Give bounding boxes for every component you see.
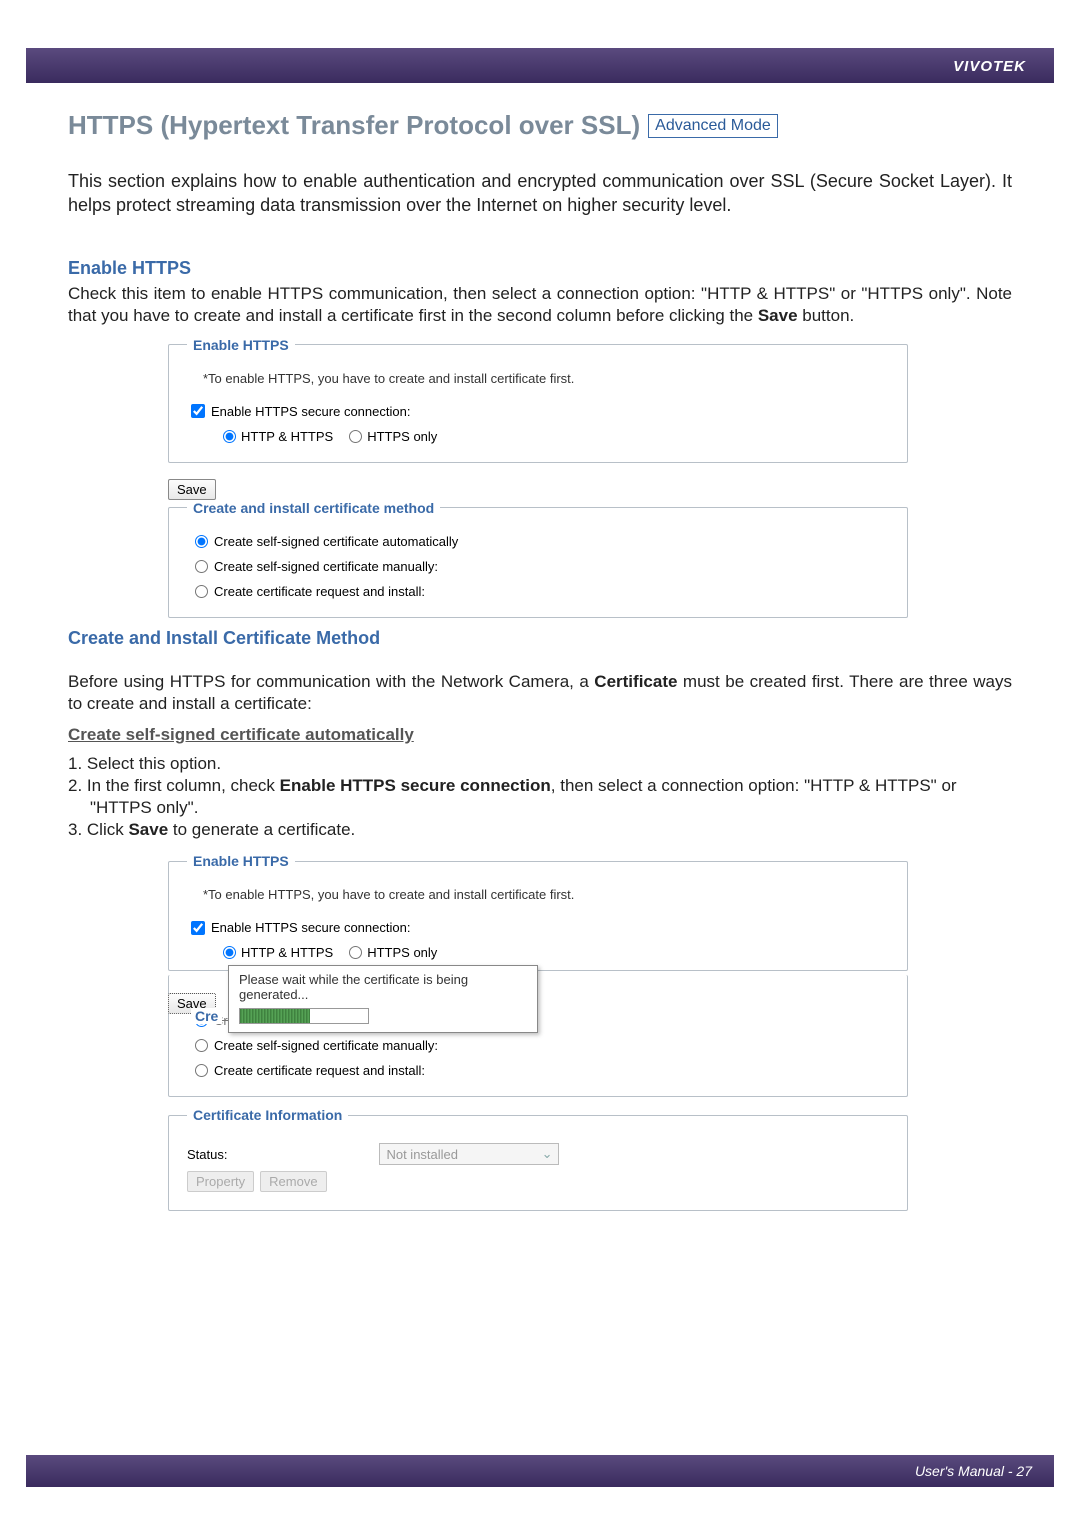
mode-badge: Advanced Mode bbox=[648, 114, 778, 138]
opt-auto-input[interactable] bbox=[195, 535, 208, 548]
enable-https-fieldset-2: Enable HTTPS *To enable HTTPS, you have … bbox=[168, 853, 908, 971]
radio-https-only-input-2[interactable] bbox=[349, 946, 362, 959]
cert-status-select[interactable]: Not installed ⌄ bbox=[379, 1143, 559, 1165]
brand-label: VIVOTEK bbox=[953, 58, 1026, 75]
connection-options-2: HTTP & HTTPS HTTPS only bbox=[223, 945, 889, 960]
create-install-heading: Create and Install Certificate Method bbox=[68, 628, 1012, 649]
cert-status-label: Status: bbox=[187, 1147, 227, 1162]
enable-https-warning-2: *To enable HTTPS, you have to create and… bbox=[203, 887, 889, 902]
cert-info-fieldset: Certificate Information Status: Not inst… bbox=[168, 1107, 908, 1211]
progress-fill bbox=[240, 1009, 310, 1023]
step-2: 2. In the first column, check Enable HTT… bbox=[68, 775, 1012, 819]
page-footer: User's Manual - 27 bbox=[26, 1455, 1054, 1487]
enable-https-checkbox-row: Enable HTTPS secure connection: bbox=[191, 404, 889, 419]
page-header: VIVOTEK bbox=[26, 48, 1054, 83]
opt-request[interactable]: Create certificate request and install: bbox=[195, 584, 889, 599]
progress-dialog: Please wait while the certificate is bei… bbox=[228, 965, 538, 1033]
cert-info-legend: Certificate Information bbox=[187, 1107, 348, 1123]
page-content: HTTPS (Hypertext Transfer Protocol over … bbox=[0, 0, 1080, 1261]
property-button[interactable]: Property bbox=[187, 1171, 254, 1192]
opt-request-2[interactable]: Create certificate request and install: bbox=[195, 1063, 889, 1078]
enable-https-checkbox-label: Enable HTTPS secure connection: bbox=[211, 404, 410, 419]
opt-request-input-2[interactable] bbox=[195, 1064, 208, 1077]
cert-method-legend: Create and install certificate method bbox=[187, 500, 440, 516]
enable-https-checkbox[interactable] bbox=[191, 404, 205, 418]
cert-status-value: Not installed bbox=[386, 1147, 458, 1162]
intro-paragraph: This section explains how to enable auth… bbox=[68, 169, 1012, 218]
step-3: 3. Click Save to generate a certificate. bbox=[68, 819, 1012, 841]
remove-button[interactable]: Remove bbox=[260, 1171, 326, 1192]
radio-https-only[interactable]: HTTPS only bbox=[349, 429, 437, 444]
radio-http-https-input-2[interactable] bbox=[223, 946, 236, 959]
radio-http-https[interactable]: HTTP & HTTPS bbox=[223, 429, 333, 444]
opt-manual-2[interactable]: Create self-signed certificate manually: bbox=[195, 1038, 889, 1053]
enable-https-fieldset: Enable HTTPS *To enable HTTPS, you have … bbox=[168, 337, 908, 463]
enable-https-legend: Enable HTTPS bbox=[187, 337, 295, 353]
enable-https-heading: Enable HTTPS bbox=[68, 258, 1012, 279]
progress-bar bbox=[239, 1008, 369, 1024]
screenshot-enable-https: Enable HTTPS *To enable HTTPS, you have … bbox=[168, 337, 1012, 463]
opt-auto[interactable]: Create self-signed certificate automatic… bbox=[195, 534, 889, 549]
opt-manual-input-2[interactable] bbox=[195, 1039, 208, 1052]
radio-https-only-input[interactable] bbox=[349, 430, 362, 443]
screenshot-cert-method: Create and install certificate method Cr… bbox=[168, 500, 1012, 618]
radio-http-https-2[interactable]: HTTP & HTTPS bbox=[223, 945, 333, 960]
auto-cert-subheading: Create self-signed certificate automatic… bbox=[68, 725, 1012, 745]
opt-manual[interactable]: Create self-signed certificate manually: bbox=[195, 559, 889, 574]
cert-method-options: Create self-signed certificate automatic… bbox=[195, 534, 889, 599]
cert-info-buttons: Property Remove bbox=[187, 1171, 889, 1192]
radio-http-https-input[interactable] bbox=[223, 430, 236, 443]
enable-https-warning: *To enable HTTPS, you have to create and… bbox=[203, 371, 889, 386]
chevron-down-icon: ⌄ bbox=[542, 1146, 553, 1162]
save-button[interactable]: Save bbox=[168, 479, 216, 500]
opt-manual-input[interactable] bbox=[195, 560, 208, 573]
opt-request-input[interactable] bbox=[195, 585, 208, 598]
enable-https-checkbox-row-2: Enable HTTPS secure connection: bbox=[191, 920, 889, 935]
screenshot-generating: Enable HTTPS *To enable HTTPS, you have … bbox=[168, 853, 1012, 1211]
connection-options: HTTP & HTTPS HTTPS only bbox=[223, 429, 889, 444]
partial-legend: Cre bbox=[191, 1008, 222, 1024]
enable-https-legend-2: Enable HTTPS bbox=[187, 853, 295, 869]
progress-text: Please wait while the certificate is bei… bbox=[239, 972, 468, 1002]
page-title: HTTPS (Hypertext Transfer Protocol over … bbox=[68, 110, 640, 141]
enable-https-desc: Check this item to enable HTTPS communic… bbox=[68, 283, 1012, 327]
create-install-intro: Before using HTTPS for communication wit… bbox=[68, 671, 1012, 715]
steps-list: 1. Select this option. 2. In the first c… bbox=[68, 753, 1012, 841]
page-title-row: HTTPS (Hypertext Transfer Protocol over … bbox=[68, 110, 1012, 141]
enable-https-checkbox-2[interactable] bbox=[191, 921, 205, 935]
enable-https-checkbox-label-2: Enable HTTPS secure connection: bbox=[211, 920, 410, 935]
step-1: 1. Select this option. bbox=[68, 753, 1012, 775]
cert-method-fieldset: Create and install certificate method Cr… bbox=[168, 500, 908, 618]
cert-status-row: Status: Not installed ⌄ bbox=[187, 1143, 889, 1165]
footer-text: User's Manual - 27 bbox=[915, 1463, 1032, 1479]
radio-https-only-2[interactable]: HTTPS only bbox=[349, 945, 437, 960]
